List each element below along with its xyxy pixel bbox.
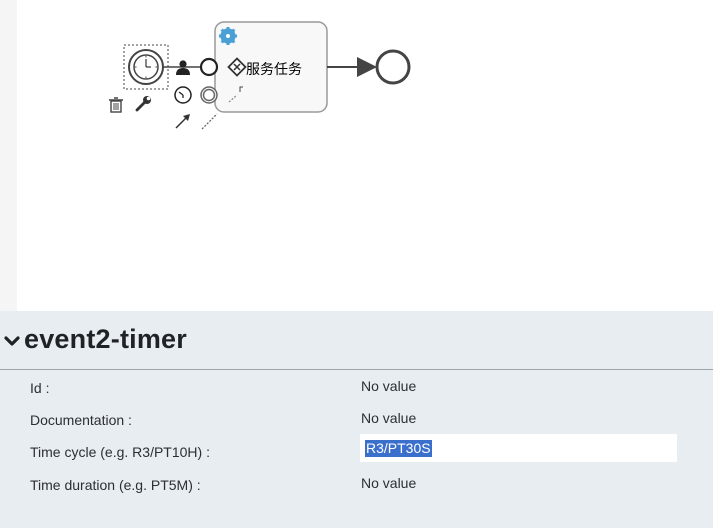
time-cycle-input[interactable]: R3/PT30S (360, 434, 677, 462)
connect-arrow-icon[interactable] (175, 114, 190, 129)
intermediate-throw-event-icon[interactable] (200, 86, 218, 104)
properties-panel: event2-timer Id : No value Documentation… (0, 311, 713, 528)
association-icon[interactable] (201, 113, 218, 130)
panel-header: event2-timer (0, 311, 713, 370)
property-value[interactable]: No value (361, 475, 416, 491)
diagram-canvas[interactable]: 服务任务 (0, 0, 713, 311)
property-value[interactable]: No value (361, 410, 416, 426)
wrench-icon[interactable] (135, 96, 151, 112)
trash-icon[interactable] (109, 97, 123, 113)
property-row-time-duration: Time duration (e.g. PT5M) : No value (0, 475, 713, 499)
bpmn-diagram[interactable] (0, 0, 713, 311)
property-row-documentation: Documentation : No value (0, 410, 713, 434)
service-task-label: 服务任务 (246, 62, 302, 78)
end-event[interactable] (375, 49, 411, 85)
time-cycle-value: R3/PT30S (365, 440, 432, 457)
timer-start-event[interactable] (123, 44, 169, 90)
property-label: Documentation : (30, 412, 132, 428)
property-label: Time duration (e.g. PT5M) : (30, 477, 201, 493)
intermediate-event-icon[interactable] (199, 57, 219, 77)
property-row-time-cycle: Time cycle (e.g. R3/PT10H) : R3/PT30S (0, 434, 713, 466)
chevron-down-icon[interactable] (4, 335, 20, 349)
property-label: Time cycle (e.g. R3/PT10H) : (30, 444, 210, 460)
property-row-id: Id : No value (0, 378, 713, 402)
timer-event-icon[interactable] (174, 86, 192, 104)
gear-icon (219, 27, 237, 45)
property-label: Id : (30, 380, 50, 396)
panel-title: event2-timer (24, 324, 187, 354)
property-value[interactable]: No value (361, 378, 416, 394)
